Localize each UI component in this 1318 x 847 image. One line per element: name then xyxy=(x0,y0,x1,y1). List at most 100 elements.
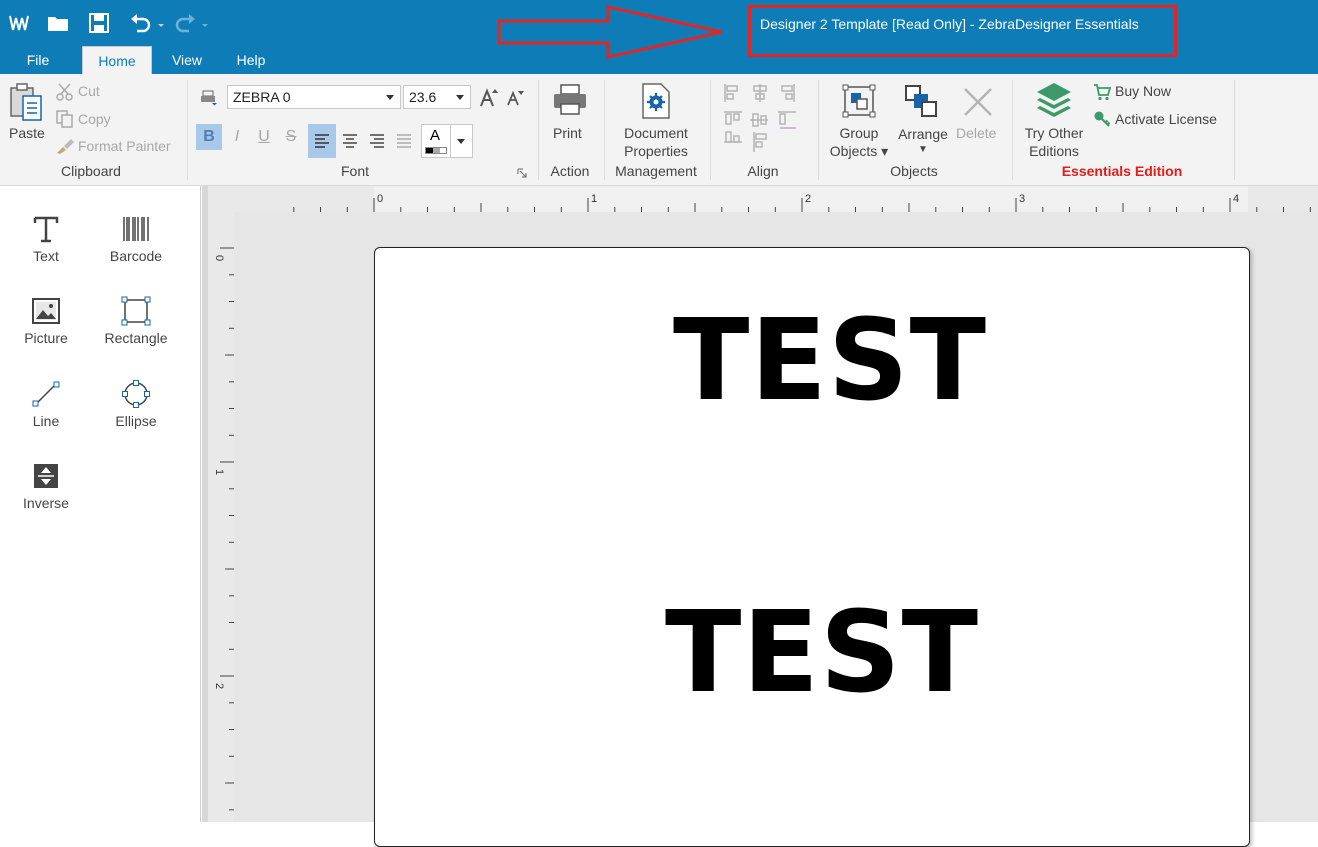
align-group-label: Align xyxy=(747,163,779,179)
strikethrough-button[interactable]: S xyxy=(278,124,304,150)
copy-label: Copy xyxy=(78,111,111,127)
text-tool[interactable]: Text xyxy=(6,214,86,264)
ellipse-tool[interactable]: Ellipse xyxy=(96,379,176,429)
arrange-label-text: Arrange xyxy=(898,126,948,142)
picture-tool[interactable]: Picture xyxy=(6,296,86,346)
rectangle-icon xyxy=(121,296,151,326)
paste-icon xyxy=(10,83,42,121)
italic-button[interactable]: I xyxy=(224,124,250,150)
align-left-button[interactable] xyxy=(308,124,336,158)
align-left-icon xyxy=(315,134,329,148)
ruler-label: 4 xyxy=(1233,193,1240,205)
ribbon-separator xyxy=(818,80,819,180)
chevron-down-icon xyxy=(456,95,464,100)
arrange-label: Arrange ▼ xyxy=(892,125,954,157)
grow-font-icon[interactable] xyxy=(478,88,498,108)
group-label-line2: Objects ▾ xyxy=(829,143,889,159)
line-tool[interactable]: Line xyxy=(6,379,86,429)
document-properties-label: Document Properties xyxy=(612,124,700,160)
ribbon-separator xyxy=(538,80,539,180)
try-label-line1: Try Other xyxy=(1024,125,1084,141)
close-icon xyxy=(964,88,992,116)
align-tools-icon xyxy=(724,84,796,152)
ribbon-separator xyxy=(710,80,711,180)
ellipse-icon xyxy=(122,380,150,408)
label-canvas[interactable]: TEST TEST xyxy=(374,247,1250,847)
horizontal-ruler-ticks xyxy=(293,186,1311,212)
ribbon-separator xyxy=(1234,80,1235,180)
ruler-label: 3 xyxy=(1019,193,1026,205)
ruler-label: 2 xyxy=(805,193,812,205)
font-size-select[interactable]: 23.6 xyxy=(403,85,471,109)
activate-license-label: Activate License xyxy=(1115,111,1217,127)
line-tool-label: Line xyxy=(32,413,60,429)
ribbon-separator xyxy=(1012,80,1013,180)
printer-font-icon xyxy=(201,90,217,106)
ruler-label: 1 xyxy=(591,193,598,205)
label-text-object[interactable]: TEST xyxy=(673,296,987,426)
picture-tool-label: Picture xyxy=(24,330,68,346)
tab-file[interactable]: File xyxy=(14,46,62,74)
ribbon: Paste Cut Copy Format Painter Clipboard … xyxy=(0,74,1318,186)
document-label-line2: Properties xyxy=(624,143,688,159)
printer-icon xyxy=(554,84,586,115)
shrink-font-icon[interactable] xyxy=(506,90,524,106)
ellipse-tool-label: Ellipse xyxy=(115,413,157,429)
arrange-icon xyxy=(905,85,937,117)
font-color-letter: A xyxy=(430,127,441,144)
barcode-tool[interactable]: Barcode xyxy=(96,214,176,264)
ribbon-separator xyxy=(604,80,605,180)
rectangle-tool[interactable]: Rectangle xyxy=(96,296,176,346)
tab-home[interactable]: Home xyxy=(82,46,152,74)
annotation-arrow-icon xyxy=(497,5,723,59)
group-label-line2-text: Objects xyxy=(829,143,878,159)
font-name-select[interactable]: ZEBRA 0 xyxy=(227,85,401,109)
key-icon xyxy=(1094,111,1111,127)
inverse-tool-label: Inverse xyxy=(23,495,69,511)
redo-icon xyxy=(172,10,210,36)
paste-label: Paste xyxy=(9,125,45,141)
align-right-icon[interactable] xyxy=(367,130,387,150)
document-gear-icon xyxy=(642,83,670,119)
label-text-object[interactable]: TEST xyxy=(665,588,979,718)
tab-view[interactable]: View xyxy=(162,46,212,74)
inverse-icon xyxy=(34,464,58,488)
object-toolbox: Text Barcode Picture Rectangle Line Elli… xyxy=(0,186,201,822)
tab-help[interactable]: Help xyxy=(226,46,276,74)
vertical-ruler-ticks xyxy=(220,247,234,811)
window-title: Designer 2 Template [Read Only] - ZebraD… xyxy=(760,16,1139,32)
align-center-icon[interactable] xyxy=(340,130,360,150)
font-size-value: 23.6 xyxy=(409,89,437,105)
rectangle-tool-label: Rectangle xyxy=(104,330,168,346)
text-tool-label: Text xyxy=(33,248,59,264)
underline-button[interactable]: U xyxy=(251,124,277,150)
app-logo-icon[interactable] xyxy=(8,10,30,36)
cart-icon xyxy=(1094,84,1111,101)
chevron-down-icon: ▼ xyxy=(918,144,928,155)
print-label: Print xyxy=(553,125,582,141)
barcode-tool-label: Barcode xyxy=(109,248,163,264)
buy-now-label: Buy Now xyxy=(1115,83,1172,99)
font-group-label: Font xyxy=(340,163,369,179)
line-icon xyxy=(32,381,60,407)
font-color-picker[interactable]: A xyxy=(421,124,473,158)
group-objects-label: Group Objects ▾ xyxy=(824,124,894,160)
ruler-label: 2 xyxy=(213,682,226,690)
bold-button[interactable]: B xyxy=(196,124,222,150)
picker-divider xyxy=(450,125,451,157)
undo-icon[interactable] xyxy=(128,10,166,36)
chevron-down-icon xyxy=(457,139,465,144)
open-icon[interactable] xyxy=(46,10,70,36)
inverse-tool[interactable]: Inverse xyxy=(6,461,86,511)
font-name-value: ZEBRA 0 xyxy=(233,89,291,105)
picture-icon xyxy=(32,298,60,324)
scissors-icon xyxy=(56,83,73,101)
group-label-line1: Group xyxy=(839,125,879,141)
management-group-label: Management xyxy=(615,163,697,179)
justify-icon[interactable] xyxy=(394,130,414,150)
font-dialog-launcher-icon[interactable] xyxy=(517,168,527,178)
save-icon[interactable] xyxy=(88,10,110,36)
vertical-ruler: 0 1 2 xyxy=(208,212,234,822)
essentials-edition-group-label: Essentials Edition xyxy=(1061,163,1183,179)
barcode-icon xyxy=(123,217,149,241)
